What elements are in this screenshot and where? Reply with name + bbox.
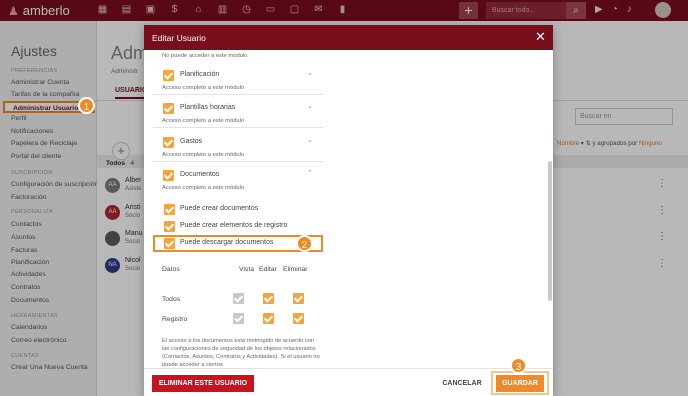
- module-label: Gastos: [180, 138, 203, 145]
- step-badge-3: 3: [510, 357, 527, 374]
- module-desc: Acceso completo a este módulo: [162, 152, 245, 158]
- checkbox-checked-icon[interactable]: [293, 313, 304, 324]
- checkbox-checked-icon[interactable]: [164, 204, 175, 215]
- module-label: Plantillas horarias: [180, 104, 236, 111]
- module-desc: Acceso completo a este módulo: [162, 185, 245, 191]
- table-row-label: Todos: [162, 296, 181, 303]
- checkbox-checked-icon[interactable]: [263, 293, 274, 304]
- chevron-down-icon[interactable]: ⌄: [307, 136, 313, 144]
- close-icon[interactable]: ✕: [535, 30, 546, 43]
- permission-create-records[interactable]: Puede crear elementos de registro: [153, 219, 323, 235]
- table-row-label: Registro: [162, 316, 188, 323]
- module-label: Documentos: [180, 171, 220, 178]
- dialog-header: Editar Usuario ✕: [144, 25, 553, 50]
- delete-user-button[interactable]: ELIMINAR ESTE USUARIO: [152, 375, 254, 392]
- checkbox-disabled-icon: [233, 293, 244, 304]
- permission-label: Puede crear documentos: [180, 205, 259, 212]
- checkbox-disabled-icon: [233, 313, 244, 324]
- module-label: Planificación: [180, 71, 220, 78]
- module-gastos[interactable]: Gastos ⌄ Acceso completo a este módulo: [153, 129, 323, 162]
- chevron-down-icon[interactable]: ⌄: [307, 69, 313, 77]
- chevron-down-icon[interactable]: ⌄: [307, 102, 313, 110]
- checkbox-checked-icon[interactable]: [263, 313, 274, 324]
- dialog-title: Editar Usuario: [152, 33, 206, 43]
- checkbox-checked-icon[interactable]: [293, 293, 304, 304]
- cancel-button[interactable]: CANCELAR: [438, 375, 486, 392]
- module-desc: No puede acceder a este módulo: [162, 53, 248, 59]
- edit-user-dialog: Editar Usuario ✕ No puede acceder a este…: [144, 25, 553, 396]
- permission-label: Puede descargar documentos: [180, 239, 274, 246]
- checkbox-checked-icon[interactable]: [163, 70, 174, 81]
- access-note: El acceso a los documentos está restring…: [162, 338, 320, 368]
- save-button[interactable]: GUARDAR: [496, 375, 544, 392]
- permission-label: Puede crear elementos de registro: [180, 222, 288, 229]
- checkbox-checked-icon[interactable]: [163, 170, 174, 181]
- module-documentos[interactable]: Documentos ⌃ Acceso completo a este módu…: [153, 162, 323, 195]
- module-desc: Acceso completo a este módulo: [162, 85, 245, 91]
- step-badge-1: 1: [78, 97, 95, 114]
- scrollbar-thumb[interactable]: [548, 161, 552, 301]
- dialog-footer: ELIMINAR ESTE USUARIO CANCELAR GUARDAR: [144, 368, 553, 396]
- checkbox-checked-icon[interactable]: [163, 103, 174, 114]
- save-highlight: GUARDAR: [491, 371, 549, 395]
- module-planificacion[interactable]: Planificación ⌄ Acceso completo a este m…: [153, 62, 323, 95]
- table-header-datos: Datos: [162, 266, 180, 273]
- table-header-vista: Vista: [239, 266, 254, 273]
- checkbox-checked-icon[interactable]: [164, 221, 175, 232]
- step-badge-2: 2: [296, 235, 313, 252]
- checkbox-checked-icon[interactable]: [163, 137, 174, 148]
- table-header-editar: Editar: [259, 266, 277, 273]
- chevron-up-icon[interactable]: ⌃: [307, 169, 313, 177]
- table-header-eliminar: Eliminar: [283, 266, 308, 273]
- permission-create-documents[interactable]: Puede crear documentos: [153, 202, 323, 218]
- module-plantillas[interactable]: Plantillas horarias ⌄ Acceso completo a …: [153, 95, 323, 128]
- checkbox-checked-icon[interactable]: [164, 238, 175, 249]
- module-desc: Acceso completo a este módulo: [162, 118, 245, 124]
